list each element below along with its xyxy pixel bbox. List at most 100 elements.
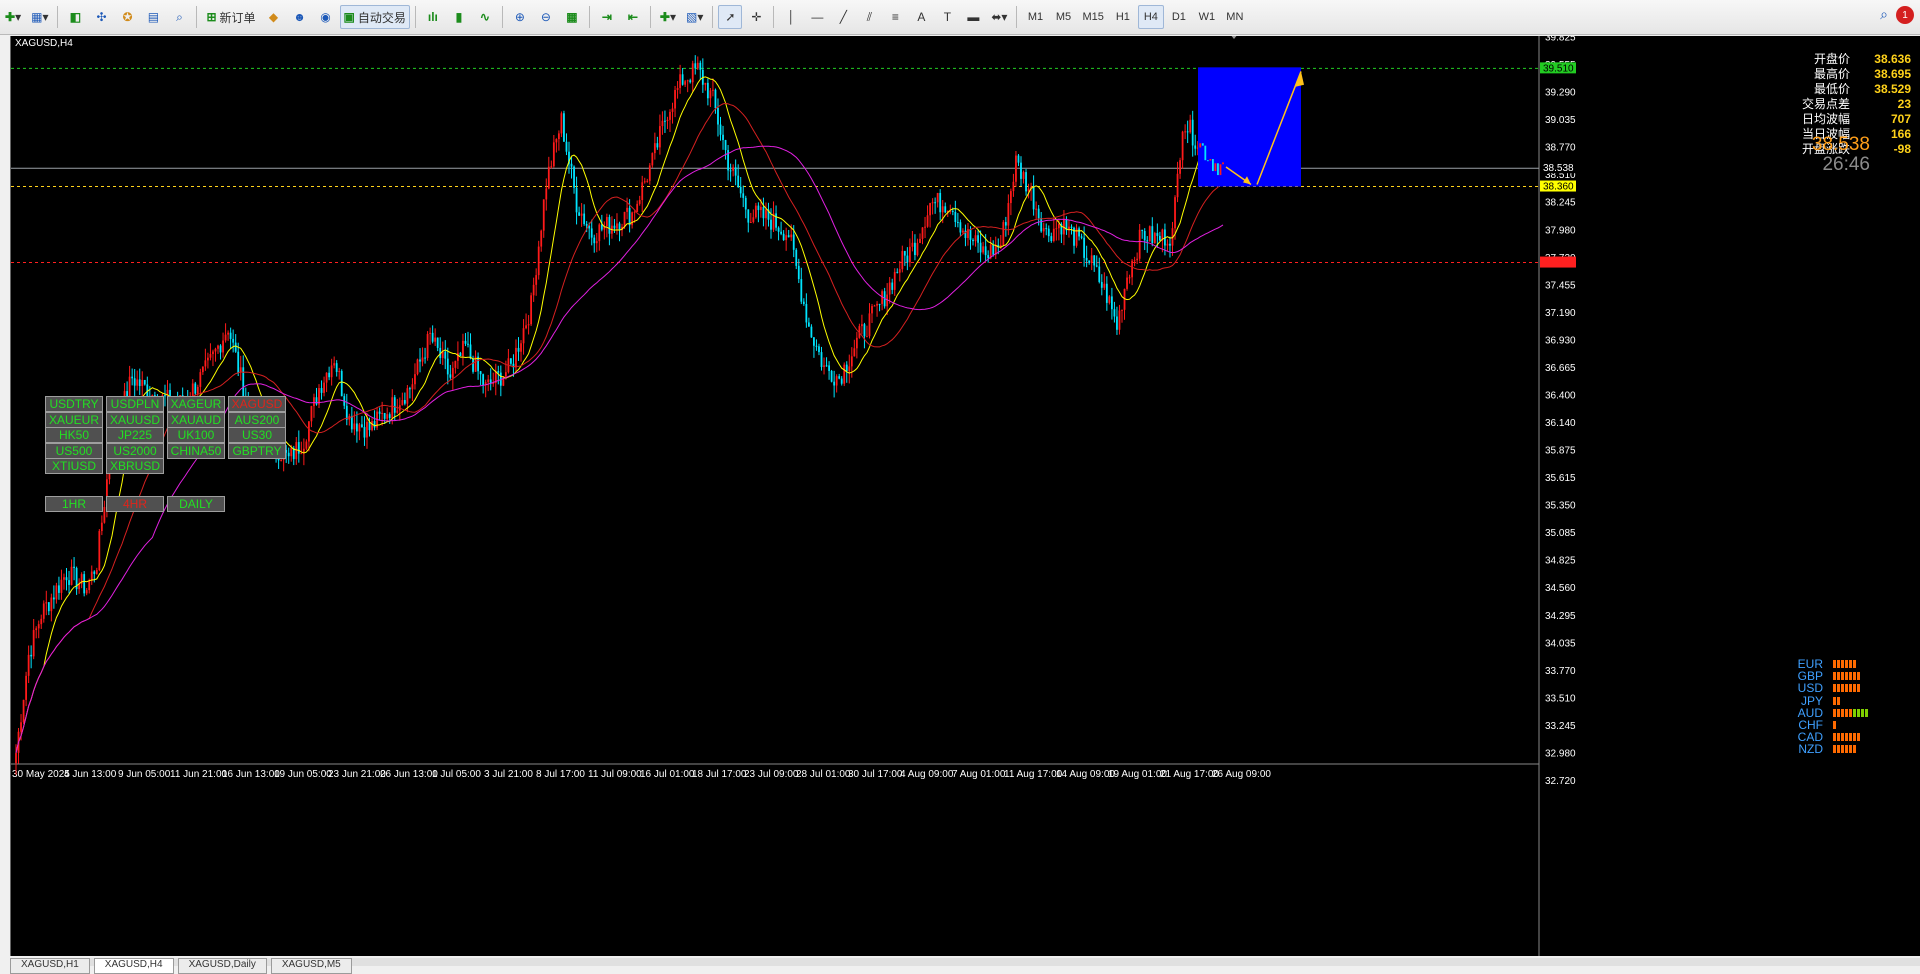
chart-shift-button[interactable]: ⇤ <box>621 5 645 29</box>
candle-body <box>353 423 356 430</box>
arrows-button[interactable]: ⬌▾ <box>987 5 1011 29</box>
horizontal-line-button[interactable]: — <box>805 5 829 29</box>
candle-body <box>25 675 28 700</box>
chart-window[interactable]: 39.82539.55539.29039.03538.77038.51038.2… <box>10 36 1920 956</box>
chart-tab[interactable]: XAGUSD,Daily <box>177 958 267 974</box>
candle-body <box>802 301 805 304</box>
zoom-in-button[interactable]: ⊕ <box>508 5 532 29</box>
symbol-button-xtiusd[interactable]: XTIUSD <box>45 458 103 474</box>
symbol-button-us500[interactable]: US500 <box>45 442 103 459</box>
search-icon[interactable]: ⌕ <box>1880 6 1888 24</box>
auto-scroll-button[interactable]: ⇥ <box>595 5 619 29</box>
auto-trading-button[interactable]: ▣ 自动交易 <box>339 5 410 29</box>
time-axis-label: 11 Aug 17:00 <box>1004 769 1063 780</box>
templates-button[interactable]: ▧ ▾ <box>682 5 707 29</box>
symbol-button-us2000[interactable]: US2000 <box>106 442 164 459</box>
candle-body <box>1219 164 1222 176</box>
chart-tab[interactable]: XAGUSD,H1 <box>10 958 90 974</box>
candle-body <box>323 382 325 393</box>
candle-body <box>573 166 575 188</box>
symbol-button-china50[interactable]: CHINA50 <box>167 442 225 459</box>
timeframe-d1[interactable]: D1 <box>1166 5 1192 29</box>
symbol-button-aus200[interactable]: AUS200 <box>228 411 286 428</box>
candle-body <box>838 376 841 379</box>
line-chart-button[interactable]: ∿ <box>473 5 497 29</box>
symbol-button-uk100[interactable]: UK100 <box>167 427 225 443</box>
candle-body <box>467 343 469 345</box>
timeframe-w1[interactable]: W1 <box>1194 5 1220 29</box>
candle-body <box>790 234 793 238</box>
profiles-button[interactable]: ▦ ▾ <box>27 5 52 29</box>
candle-body <box>623 211 626 227</box>
candle-body <box>1042 228 1045 232</box>
candle-body <box>386 414 389 419</box>
chart-tab[interactable]: XAGUSD,M5 <box>270 958 352 974</box>
tile-windows-button[interactable]: ▦ <box>560 5 584 29</box>
symbol-button-xauaud[interactable]: XAUAUD <box>167 411 225 428</box>
period-button-4hr[interactable]: 4HR <box>106 496 164 512</box>
candle-body <box>429 332 432 334</box>
strength-bar <box>1849 672 1852 681</box>
symbol-button-us30[interactable]: US30 <box>228 427 286 443</box>
vertical-line-button[interactable]: │ <box>779 5 803 29</box>
candle-body <box>1007 203 1010 226</box>
timeframe-m1[interactable]: M1 <box>1022 5 1048 29</box>
market-button[interactable]: ◉ <box>314 5 338 29</box>
new-order-button[interactable]: ⊞ 新订单 <box>202 5 259 29</box>
bar-chart-button[interactable]: ılı <box>421 5 445 29</box>
data-window-button[interactable]: ✣ <box>89 5 113 29</box>
alerts-badge[interactable]: 1 <box>1896 6 1914 24</box>
candle-body <box>141 379 144 387</box>
navigator-button[interactable]: ✪ <box>115 5 139 29</box>
channel-button[interactable]: ⫽ <box>857 5 881 29</box>
candlestick-button[interactable]: ▮ <box>447 5 471 29</box>
trendline-button[interactable]: ╱ <box>831 5 855 29</box>
symbol-button-xauusd[interactable]: XAUUSD <box>106 411 164 428</box>
symbol-button-xagusd[interactable]: XAGUSD <box>228 396 286 412</box>
signals-button[interactable]: ☻ <box>288 5 312 29</box>
cursor-button[interactable]: ➚ <box>718 5 743 29</box>
timeframe-h4[interactable]: H4 <box>1137 5 1164 29</box>
symbol-button-hk50[interactable]: HK50 <box>45 427 103 443</box>
candle-body <box>830 370 833 382</box>
candle-body <box>681 74 684 85</box>
symbol-button-xaueur[interactable]: XAUEUR <box>45 411 103 428</box>
candle-body <box>1022 172 1025 179</box>
price-axis-label: 32.720 <box>1545 776 1576 787</box>
time-axis-label: 4 Jun 13:00 <box>64 769 117 780</box>
period-button-daily[interactable]: DAILY <box>167 496 225 512</box>
metaeditor-button[interactable]: ◆ <box>262 5 286 29</box>
symbol-button-xbrusd[interactable]: XBRUSD <box>106 458 164 474</box>
symbol-button-usdpln[interactable]: USDPLN <box>106 396 164 412</box>
timeframe-m5[interactable]: M5 <box>1050 5 1076 29</box>
timeframe-mn[interactable]: MN <box>1222 5 1248 29</box>
tester-button[interactable]: ⌕ <box>167 5 191 29</box>
new-chart-button[interactable]: ✚ ▾ <box>1 5 25 29</box>
market-watch-button[interactable]: ◧ <box>63 5 87 29</box>
crosshair-button[interactable]: ✛ <box>744 5 768 29</box>
candle-body <box>552 142 555 167</box>
chart-tab[interactable]: XAGUSD,H4 <box>93 958 174 974</box>
symbol-button-usdtry[interactable]: USDTRY <box>45 396 103 412</box>
fibonacci-button[interactable]: ≡ <box>883 5 907 29</box>
shapes-button[interactable]: ▬ <box>961 5 985 29</box>
candle-body <box>823 365 825 367</box>
text-label-button[interactable]: T <box>935 5 959 29</box>
candle-body <box>845 364 848 372</box>
candle-body <box>691 63 694 83</box>
period-button-1hr[interactable]: 1HR <box>45 496 103 512</box>
timeframe-h1[interactable]: H1 <box>1110 5 1136 29</box>
price-chart[interactable]: 39.82539.55539.29039.03538.77038.51038.2… <box>11 36 1920 956</box>
candle-body <box>757 205 760 211</box>
candle-body <box>361 424 363 428</box>
candle-body <box>956 221 959 223</box>
zoom-out-button[interactable]: ⊖ <box>534 5 558 29</box>
timeframe-m15[interactable]: M15 <box>1078 5 1107 29</box>
text-button[interactable]: A <box>909 5 933 29</box>
indicators-button[interactable]: ✚ ▾ <box>656 5 680 29</box>
symbol-button-xageur[interactable]: XAGEUR <box>167 396 225 412</box>
terminal-button[interactable]: ▤ <box>141 5 165 29</box>
symbol-button-jp225[interactable]: JP225 <box>106 427 164 443</box>
symbol-button-gbptry[interactable]: GBPTRY <box>228 442 286 459</box>
candle-body <box>1186 131 1189 133</box>
